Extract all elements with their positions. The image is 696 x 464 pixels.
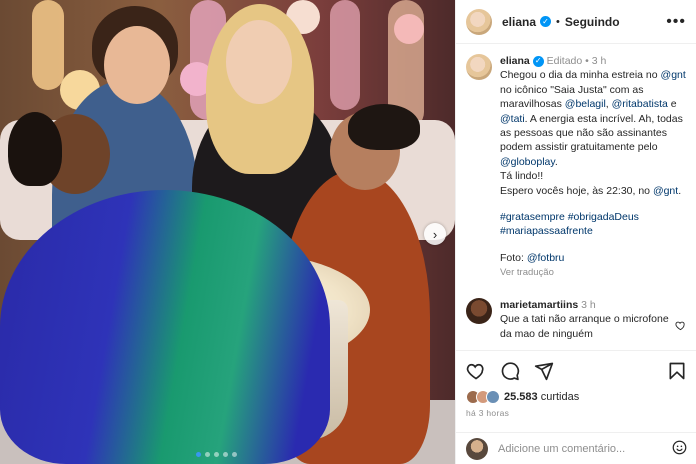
wall-light-strip <box>32 0 64 90</box>
author-username[interactable]: eliana <box>502 15 536 29</box>
likes-count: 25.583 <box>504 391 538 403</box>
likes-summary[interactable]: 25.583 curtidas <box>466 390 687 404</box>
comment-text: Que a tati não arranque o microfone da m… <box>500 313 669 340</box>
caption-meta: eliana ✓ Editado • 3 h <box>500 55 607 67</box>
heart-icon[interactable] <box>466 361 486 381</box>
avatar[interactable] <box>466 54 492 80</box>
see-translation-link[interactable]: Ver tradução <box>500 266 690 280</box>
share-icon[interactable] <box>534 361 554 381</box>
emoji-icon[interactable] <box>672 440 687 458</box>
add-comment-bar <box>456 432 696 464</box>
mention-link[interactable]: @fotbru <box>527 252 565 264</box>
following-button[interactable]: Seguindo <box>565 15 620 29</box>
avatar[interactable] <box>466 298 492 324</box>
verified-badge-icon: ✓ <box>532 55 544 67</box>
caption-time: 3 h <box>591 55 607 67</box>
carousel-dot <box>232 452 237 457</box>
comment-time: 3 h <box>581 299 596 311</box>
post-details-panel: eliana ✓ • Seguindo ••• eliana ✓ Editado… <box>455 0 696 464</box>
mention-link[interactable]: @belagil <box>565 98 606 110</box>
carousel-dots <box>196 452 237 457</box>
hashtag-links[interactable]: #mariapassaafrente <box>500 224 690 238</box>
wall-light-strip <box>330 0 360 110</box>
mention-link[interactable]: @gnt <box>661 69 686 81</box>
comment-username[interactable]: marietamartiins <box>500 299 578 311</box>
hashtag-links[interactable]: #gratasempre #obrigadaDeus <box>500 210 690 224</box>
woman-braided-hair <box>8 112 62 186</box>
wall-light-disc <box>394 14 424 44</box>
woman-colorful-dress <box>0 190 330 464</box>
chevron-right-icon: › <box>432 226 438 242</box>
verified-badge-icon: ✓ <box>540 16 552 27</box>
mention-link[interactable]: @tati <box>500 113 525 125</box>
carousel-dot <box>205 452 210 457</box>
mention-link[interactable]: @globoplay <box>500 156 555 168</box>
bookmark-icon[interactable] <box>667 361 687 381</box>
post-header: eliana ✓ • Seguindo ••• <box>456 0 696 44</box>
liker-avatar <box>486 390 500 404</box>
edited-label: Editado <box>546 55 583 67</box>
carousel-dot <box>214 452 219 457</box>
mention-link[interactable]: @gnt <box>653 185 678 197</box>
carousel-dot <box>223 452 228 457</box>
avatar <box>466 437 488 460</box>
caption-text: Chegou o dia da minha estreia no @gnt no… <box>500 68 690 265</box>
post-photo[interactable]: › <box>0 0 455 464</box>
heart-icon[interactable] <box>675 320 686 334</box>
comment-icon[interactable] <box>500 361 520 381</box>
mention-link[interactable]: @ritabatista <box>612 98 668 110</box>
carousel-dot <box>196 452 201 457</box>
avatar[interactable] <box>466 8 492 35</box>
more-options-icon[interactable]: ••• <box>666 13 686 31</box>
post-caption: eliana ✓ Editado • 3 h Chegou o dia da m… <box>466 54 690 281</box>
comment-item: marietamartiins 3 h Que a tati não arran… <box>466 298 690 341</box>
separator: • <box>556 15 560 28</box>
post-timestamp: há 3 horas <box>466 408 510 418</box>
post-actions: 25.583 curtidas há 3 horas <box>456 350 696 418</box>
caption-author[interactable]: eliana <box>500 55 530 67</box>
woman-face <box>226 20 292 104</box>
next-photo-button[interactable]: › <box>424 223 446 245</box>
woman-face <box>104 26 170 104</box>
likes-label: curtidas <box>540 391 580 403</box>
woman-short-hair <box>348 104 420 150</box>
comment-input[interactable] <box>498 442 668 455</box>
caption-line: Tá lindo!! <box>500 170 544 183</box>
